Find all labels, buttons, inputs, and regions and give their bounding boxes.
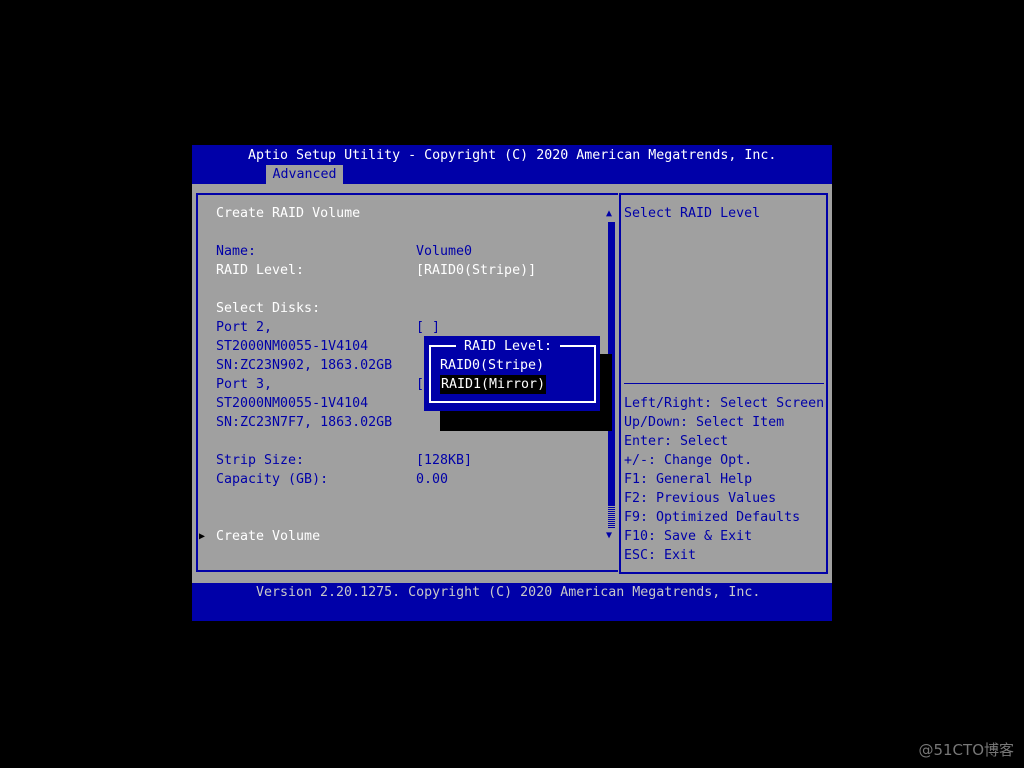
key-help: Up/Down: Select Item [624, 415, 785, 430]
port3-checkbox[interactable]: [ [416, 375, 424, 394]
header-bar: Aptio Setup Utility - Copyright (C) 2020… [192, 145, 832, 184]
create-volume-item[interactable]: Create Volume [216, 527, 320, 546]
option-raid1-selected[interactable]: RAID1(Mirror) [440, 375, 547, 394]
footer-version: Version 2.20.1275. Copyright (C) 2020 Am… [256, 585, 761, 600]
scrollbar-track[interactable] [608, 505, 615, 528]
port3-model: ST2000NM0055-1V4104 [216, 396, 369, 411]
name-label: Name: [216, 244, 257, 259]
key-help: +/-: Change Opt. [624, 453, 753, 468]
submenu-arrow-icon: ▶ [199, 531, 206, 542]
capacity-value: 0.00 [416, 472, 449, 487]
key-help: Enter: Select [624, 434, 729, 449]
key-help: Left/Right: Select Screen [624, 396, 825, 411]
port3-label[interactable]: Port 3, [216, 375, 272, 394]
tab-advanced[interactable]: Advanced [266, 165, 343, 184]
key-help: F2: Previous Values [624, 491, 777, 506]
raid-level-popup: RAID Level: RAID0(Stripe) RAID1(Mirror) [424, 336, 600, 411]
footer-bar: Version 2.20.1275. Copyright (C) 2020 Am… [192, 583, 832, 621]
port2-model: ST2000NM0055-1V4104 [216, 339, 369, 354]
port2-label[interactable]: Port 2, [216, 318, 272, 337]
scroll-down-icon[interactable]: ▼ [606, 526, 612, 545]
name-value: Volume0 [416, 244, 473, 259]
raid-level-label[interactable]: RAID Level: [216, 261, 304, 280]
strip-size-value: [128KB] [416, 453, 473, 468]
select-disks-label: Select Disks: [216, 301, 321, 316]
scroll-up-icon[interactable]: ▲ [606, 204, 612, 223]
window-title: Aptio Setup Utility - Copyright (C) 2020… [248, 148, 777, 163]
strip-size-label: Strip Size: [216, 453, 305, 468]
help-divider [624, 383, 824, 384]
key-help: ESC: Exit [624, 548, 697, 563]
popup-title: RAID Level: [456, 337, 561, 356]
raid-level-value[interactable]: [RAID0(Stripe)] [416, 261, 536, 280]
watermark: @51CTO博客 [918, 741, 1014, 759]
key-help: F1: General Help [624, 472, 753, 487]
key-help: F10: Save & Exit [624, 529, 753, 544]
page-title: Create RAID Volume [216, 206, 361, 221]
key-help: F9: Optimized Defaults [624, 510, 801, 525]
capacity-label: Capacity (GB): [216, 472, 329, 487]
option-raid0[interactable]: RAID0(Stripe) [440, 356, 544, 375]
bios-window: Aptio Setup Utility - Copyright (C) 2020… [192, 145, 832, 621]
help-text: Select RAID Level [624, 206, 761, 221]
port3-serial: SN:ZC23N7F7, 1863.02GB [216, 415, 393, 430]
port2-serial: SN:ZC23N902, 1863.02GB [216, 358, 393, 373]
port2-checkbox[interactable]: [ ] [416, 318, 440, 337]
